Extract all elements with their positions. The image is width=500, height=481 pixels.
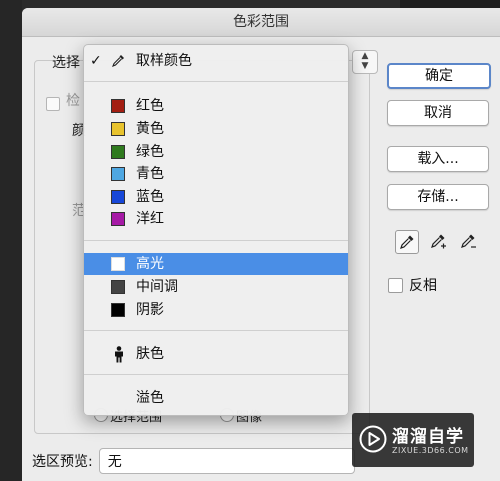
- menu-item-reds[interactable]: 红色: [84, 95, 348, 117]
- watermark-logo: 溜溜自学 ZIXUE.3D66.COM: [352, 413, 474, 467]
- menu-item-highlights[interactable]: 高光: [84, 253, 348, 275]
- menu-item-midtones[interactable]: 中间调: [84, 276, 348, 298]
- menu-item-blues[interactable]: 蓝色: [84, 186, 348, 208]
- menu-separator: [84, 374, 348, 375]
- person-icon: [115, 346, 123, 363]
- menu-separator: [84, 330, 348, 331]
- blue-swatch: [111, 190, 125, 204]
- add-to-sample-tool[interactable]: [426, 230, 450, 254]
- localized-clusters-label: 检: [66, 93, 80, 109]
- menu-item-magentas[interactable]: 洋红: [84, 208, 348, 230]
- highlights-swatch: [111, 257, 125, 271]
- menu-item-cyans[interactable]: 青色: [84, 163, 348, 185]
- load-button[interactable]: 载入...: [387, 146, 489, 172]
- ok-button[interactable]: 确定: [387, 63, 491, 89]
- selection-preview-row: 选区预览: 无: [32, 448, 355, 474]
- select-dropdown-menu: ✓ 取样颜色 红色 黄色 绿色 青色 蓝色 洋红 高光 中间调 阴影 肤色 溢色: [83, 44, 349, 416]
- magenta-swatch: [111, 212, 125, 226]
- background-top: [400, 0, 500, 8]
- eyedropper-icon: [400, 235, 414, 249]
- save-button[interactable]: 存储...: [387, 184, 489, 210]
- menu-separator: [84, 81, 348, 82]
- play-logo-icon: [359, 425, 387, 453]
- menu-item-yellows[interactable]: 黄色: [84, 118, 348, 140]
- yellow-swatch: [111, 122, 125, 136]
- dialog-title: 色彩范围: [22, 8, 500, 37]
- select-label: 选择: [52, 55, 80, 71]
- localized-clusters-checkbox[interactable]: [46, 97, 60, 111]
- watermark-subtitle: ZIXUE.3D66.COM: [392, 446, 469, 455]
- midtones-swatch: [111, 280, 125, 294]
- checkmark-icon: ✓: [90, 53, 102, 69]
- menu-separator: [84, 240, 348, 241]
- cancel-button[interactable]: 取消: [387, 100, 489, 126]
- green-swatch: [111, 145, 125, 159]
- eyedropper-minus-icon: [461, 234, 476, 248]
- menu-item-sampled-colors[interactable]: ✓ 取样颜色: [84, 50, 348, 72]
- cyan-swatch: [111, 167, 125, 181]
- subtract-from-sample-tool[interactable]: [456, 230, 480, 254]
- invert-option[interactable]: 反相: [388, 275, 437, 295]
- shadows-swatch: [111, 303, 125, 317]
- red-swatch: [111, 99, 125, 113]
- menu-item-shadows[interactable]: 阴影: [84, 299, 348, 321]
- menu-item-skin-tones[interactable]: 肤色: [84, 343, 348, 365]
- invert-checkbox[interactable]: [388, 277, 403, 293]
- menu-item-greens[interactable]: 绿色: [84, 141, 348, 163]
- watermark-title: 溜溜自学: [392, 427, 464, 447]
- invert-label: 反相: [409, 278, 437, 294]
- eyedropper-icon: [112, 55, 124, 67]
- selection-preview-label: 选区预览:: [32, 454, 93, 470]
- menu-item-out-of-gamut[interactable]: 溢色: [84, 387, 348, 409]
- eyedropper-tool[interactable]: [395, 230, 419, 254]
- select-dropdown-arrows[interactable]: ▲ ▼: [352, 50, 378, 74]
- background-left: [0, 0, 22, 481]
- eyedropper-plus-icon: [431, 234, 446, 249]
- selection-preview-select[interactable]: 无: [98, 448, 355, 474]
